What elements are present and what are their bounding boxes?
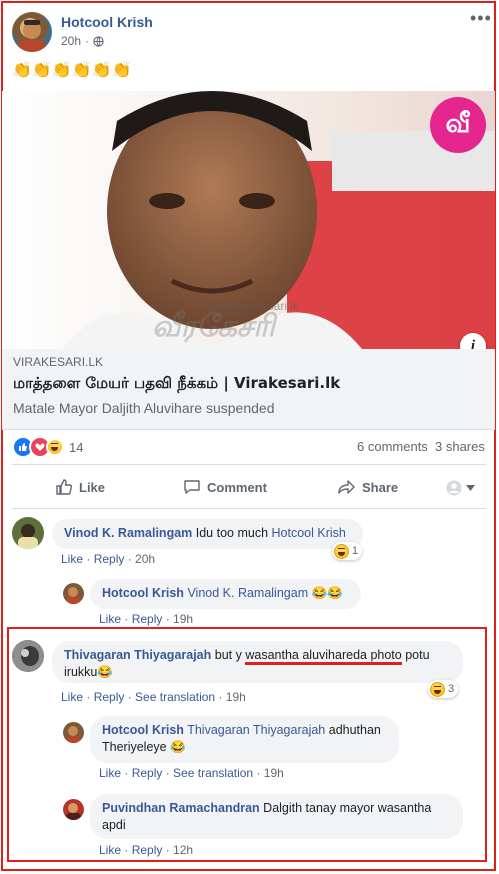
reply-time[interactable]: 12h xyxy=(173,843,193,857)
comment-label: Comment xyxy=(207,479,267,495)
avatar-image xyxy=(66,803,81,820)
comment-bubble: Vinod K. Ramalingam Idu too much Hotcool… xyxy=(52,519,363,549)
reply-meta: Like · Reply · See translation · 19h xyxy=(99,766,284,780)
reaction-count[interactable]: 14 xyxy=(69,440,83,455)
post-time[interactable]: 20h xyxy=(61,34,81,48)
reply-reply-link[interactable]: Reply xyxy=(132,843,163,857)
info-icon-label: i xyxy=(470,337,476,350)
avatar-image xyxy=(66,587,81,604)
share-count[interactable]: 3 shares xyxy=(435,439,485,454)
reply-avatar[interactable] xyxy=(63,799,84,820)
avatar-image xyxy=(12,640,44,672)
comment-reaction-badge[interactable]: 3 xyxy=(428,680,459,698)
logo-text: வீ xyxy=(445,108,471,139)
more-dots-icon[interactable]: ••• xyxy=(470,8,492,29)
reply-like-link[interactable]: Like xyxy=(99,766,121,780)
globe-icon xyxy=(93,35,104,47)
haha-reaction-icon xyxy=(46,438,64,456)
reply-time[interactable]: 19h xyxy=(173,612,193,626)
reply-time[interactable]: 19h xyxy=(264,766,284,780)
divider xyxy=(12,464,486,465)
reply-author[interactable]: Puvindhan Ramachandran xyxy=(102,801,260,815)
avatar-image xyxy=(66,726,81,743)
post-author-name[interactable]: Hotcool Krish xyxy=(61,14,153,30)
comment-text: Idu too much xyxy=(195,526,269,540)
link-card-body[interactable]: VIRAKESARI.LK மாத்தளை மேயர் பதவி நீக்கம்… xyxy=(2,349,495,430)
like-label: Like xyxy=(79,479,106,495)
reply-bubble: Puvindhan Ramachandran Dalgith tanay may… xyxy=(90,794,463,839)
reaction-audience-selector[interactable] xyxy=(446,480,475,496)
reply-like-link[interactable]: Like xyxy=(99,843,121,857)
post-timestamp[interactable]: 20h · xyxy=(61,34,104,48)
watermark-logo: வீரகேசரி xyxy=(152,309,275,344)
comment-reaction-count: 3 xyxy=(448,683,455,695)
haha-reaction-icon xyxy=(334,543,349,559)
reply-author[interactable]: Hotcool Krish xyxy=(102,723,184,737)
comment-author[interactable]: Thivagaran Thiyagarajah xyxy=(64,648,211,662)
reply-mention[interactable]: Vinod K. Ramalingam xyxy=(187,586,308,600)
reply-text: 😂😂 xyxy=(311,586,343,600)
comment-time[interactable]: 20h xyxy=(135,552,155,566)
comment-reply-link[interactable]: Reply xyxy=(94,552,125,566)
see-translation-link[interactable]: See translation xyxy=(173,766,253,780)
comment-reaction-count: 1 xyxy=(352,545,359,557)
like-button[interactable]: Like xyxy=(55,478,105,496)
avatar-image xyxy=(18,20,46,52)
reply-meta: Like · Reply · 19h xyxy=(99,612,194,626)
share-button[interactable]: Share xyxy=(338,478,398,496)
comment-meta: Like · Reply · 20h xyxy=(61,552,156,566)
author-avatar[interactable] xyxy=(12,12,52,52)
reply-reply-link[interactable]: Reply xyxy=(132,766,163,780)
comment-count[interactable]: 6 comments xyxy=(357,439,428,454)
reply-bubble: Hotcool Krish Thivagaran Thiyagarajah ad… xyxy=(90,716,399,763)
link-description: Matale Mayor Daljith Aluvihare suspended xyxy=(13,400,275,416)
virakesari-logo: வீ xyxy=(430,97,486,153)
haha-reaction-icon xyxy=(430,681,445,697)
comment-time[interactable]: 19h xyxy=(226,690,246,704)
chevron-down-icon xyxy=(466,485,475,491)
reply-meta: Like · Reply · 12h xyxy=(99,843,194,857)
reply-reply-link[interactable]: Reply xyxy=(132,612,163,626)
comment-button[interactable]: Comment xyxy=(183,478,267,496)
reply-like-link[interactable]: Like xyxy=(99,612,121,626)
comment-reaction-badge[interactable]: 1 xyxy=(332,542,363,560)
commenter-avatar[interactable] xyxy=(12,640,44,672)
comment-bubble: Thivagaran Thiyagarajah but y wasantha a… xyxy=(52,641,463,683)
see-translation-link[interactable]: See translation xyxy=(135,690,215,704)
comment-mention[interactable]: Hotcool Krish xyxy=(272,526,346,540)
link-preview-image[interactable]: வீ www.virakesari.lk வீரகேசரி i xyxy=(2,91,495,349)
reply-author[interactable]: Hotcool Krish xyxy=(102,586,184,600)
share-arrow-icon xyxy=(338,480,355,494)
comment-like-link[interactable]: Like xyxy=(61,552,83,566)
post-text: 👏👏👏👏👏👏 xyxy=(12,62,132,79)
comment-bubble-icon xyxy=(184,480,200,494)
comment-reply-link[interactable]: Reply xyxy=(94,690,125,704)
profile-silhouette-icon xyxy=(446,480,462,496)
reply-avatar[interactable] xyxy=(63,583,84,604)
avatar-image xyxy=(18,524,38,549)
divider xyxy=(12,508,486,509)
reactions-summary[interactable]: 14 xyxy=(12,436,83,458)
reply-mention[interactable]: Thivagaran Thiyagarajah xyxy=(187,723,325,737)
comment-like-link[interactable]: Like xyxy=(61,690,83,704)
commenter-avatar[interactable] xyxy=(12,517,44,549)
thumbs-up-icon xyxy=(56,479,73,495)
link-title[interactable]: மாத்தளை மேயர் பதவி நீக்கம் | Virakesari.… xyxy=(13,374,340,394)
reply-avatar[interactable] xyxy=(63,722,84,743)
comment-author[interactable]: Vinod K. Ramalingam xyxy=(64,526,192,540)
comment-text-start: but y xyxy=(214,648,242,662)
share-label: Share xyxy=(362,479,399,495)
reply-bubble: Hotcool Krish Vinod K. Ramalingam 😂😂 xyxy=(90,579,361,609)
dot-separator: · xyxy=(85,34,90,48)
comment-meta: Like · Reply · See translation · 19h xyxy=(61,690,246,704)
link-domain: VIRAKESARI.LK xyxy=(13,355,104,369)
comment-text-underlined: wasantha aluvihareda photo xyxy=(245,648,402,665)
